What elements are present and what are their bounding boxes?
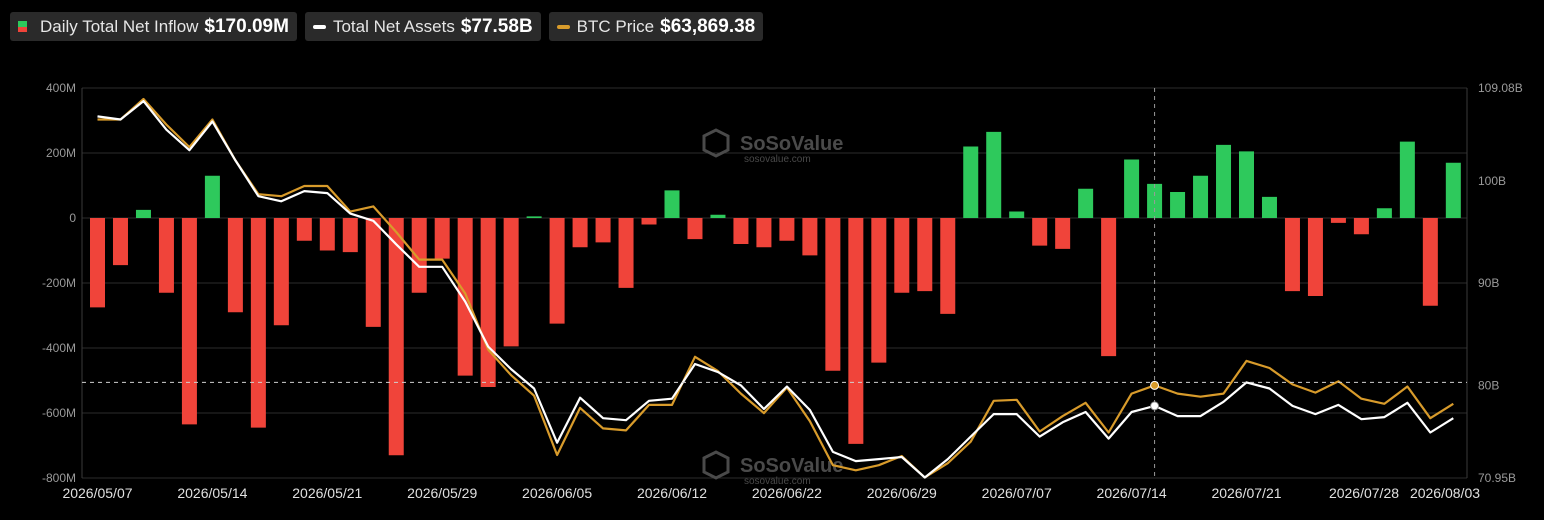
inflow-bar [894,218,910,293]
x-tick-label: 2026/05/07 [62,485,132,501]
inflow-bar [1239,151,1254,218]
x-tick-label: 2026/06/12 [637,485,707,501]
y-left-tick-label: 0 [69,211,76,225]
inflow-bar [135,209,151,218]
watermark-brand: SoSoValue [740,133,843,155]
sosovalue-logo-icon [702,450,730,480]
inflow-bar [687,218,703,240]
watermark-brand: SoSoValue [740,455,843,477]
inflow-bar [273,218,289,326]
y-right-tick-label: 100B [1478,174,1506,188]
watermark: SoSoValuesosovalue.com [702,450,843,487]
inflow-bar [825,218,841,371]
inflow-bar [388,218,404,456]
inflow-bar [1376,208,1392,218]
inflow-bar [1261,196,1277,218]
y-right-tick-label: 70.95B [1478,471,1516,485]
inflow-bar [1330,218,1346,223]
inflow-bar [963,146,979,218]
inflow-bar [411,218,427,293]
inflow-bar [1284,218,1300,292]
inflow-bar [204,175,220,218]
inflow-bar [779,218,795,241]
inflow-bar [871,218,887,363]
inflow-bar [549,218,565,324]
inflow-bar [457,218,473,376]
inflow-bar [572,218,588,248]
inflow-bar [296,218,312,241]
watermark-site: sosovalue.com [744,154,811,165]
inflow-bar [1353,218,1369,235]
inflow-bar [802,218,818,256]
watermark: SoSoValuesosovalue.com [702,128,843,165]
inflow-bar [595,218,611,243]
inflow-bar [641,218,657,225]
inflow-bar [250,218,266,428]
chart[interactable]: 400M 200M 0 -200M -400M -600M -800M 109.08B 100B… [0,0,1544,520]
y-right-tick-label: 80B [1478,378,1499,392]
inflow-bar [733,218,749,244]
inflow-bar [1101,218,1117,357]
sosovalue-logo-icon [702,128,730,158]
inflow-bar [756,218,772,248]
inflow-bar [181,218,197,425]
inflow-bar [1124,159,1140,218]
inflow-bar [1078,188,1094,218]
inflow-bar [112,218,128,266]
inflow-bar [434,218,450,259]
inflow-bar [158,218,174,293]
assets-hover-dot [1150,401,1160,411]
inflow-bar [1032,218,1048,246]
inflow-bar [1170,192,1186,218]
inflow-bar [1422,218,1438,306]
x-tick-label: 2026/06/22 [752,485,822,501]
inflow-bar [848,218,864,444]
inflow-bar [319,218,335,251]
inflow-bar [664,190,680,218]
x-tick-label: 2026/05/29 [407,485,477,501]
btc-hover-dot [1150,380,1160,390]
x-tick-label: 2026/08/03 [1410,485,1480,501]
inflow-bar [1307,218,1323,296]
y-right-tick-label: 109.08B [1478,81,1523,95]
x-tick-label: 2026/07/28 [1329,485,1399,501]
inflow-bar [1055,218,1071,249]
x-tick-label: 2026/05/21 [292,485,362,501]
inflow-bar [365,218,381,327]
y-left-tick-label: -600M [42,406,76,420]
inflow-bar [618,218,634,288]
x-tick-label: 2026/07/21 [1211,485,1281,501]
y-left-tick-label: -400M [42,341,76,355]
inflow-bar [1445,162,1461,218]
x-tick-label: 2026/07/14 [1097,485,1167,501]
y-left-tick-label: 400M [46,81,76,95]
x-tick-label: 2026/07/07 [982,485,1052,501]
inflow-bar [1009,211,1025,218]
x-tick-label: 2026/06/05 [522,485,592,501]
x-tick-label: 2026/06/29 [867,485,937,501]
inflow-bar [480,218,496,387]
inflow-bar [1193,175,1209,218]
inflow-bar [940,218,956,314]
y-left-tick-label: -200M [42,276,76,290]
inflow-bar [503,218,519,347]
y-left-tick-label: 200M [46,146,76,160]
inflow-bar [986,131,1002,218]
inflow-bar [227,218,243,313]
inflow-bar [526,216,542,218]
y-left-tick-label: -800M [42,471,76,485]
x-tick-label: 2026/05/14 [177,485,247,501]
inflow-bar [1399,141,1415,218]
inflow-bar [917,218,933,292]
inflow-bar [1216,144,1232,218]
y-right-tick-label: 90B [1478,276,1499,290]
inflow-bar [342,218,358,253]
inflow-bar [710,214,726,218]
inflow-bar [90,218,105,308]
